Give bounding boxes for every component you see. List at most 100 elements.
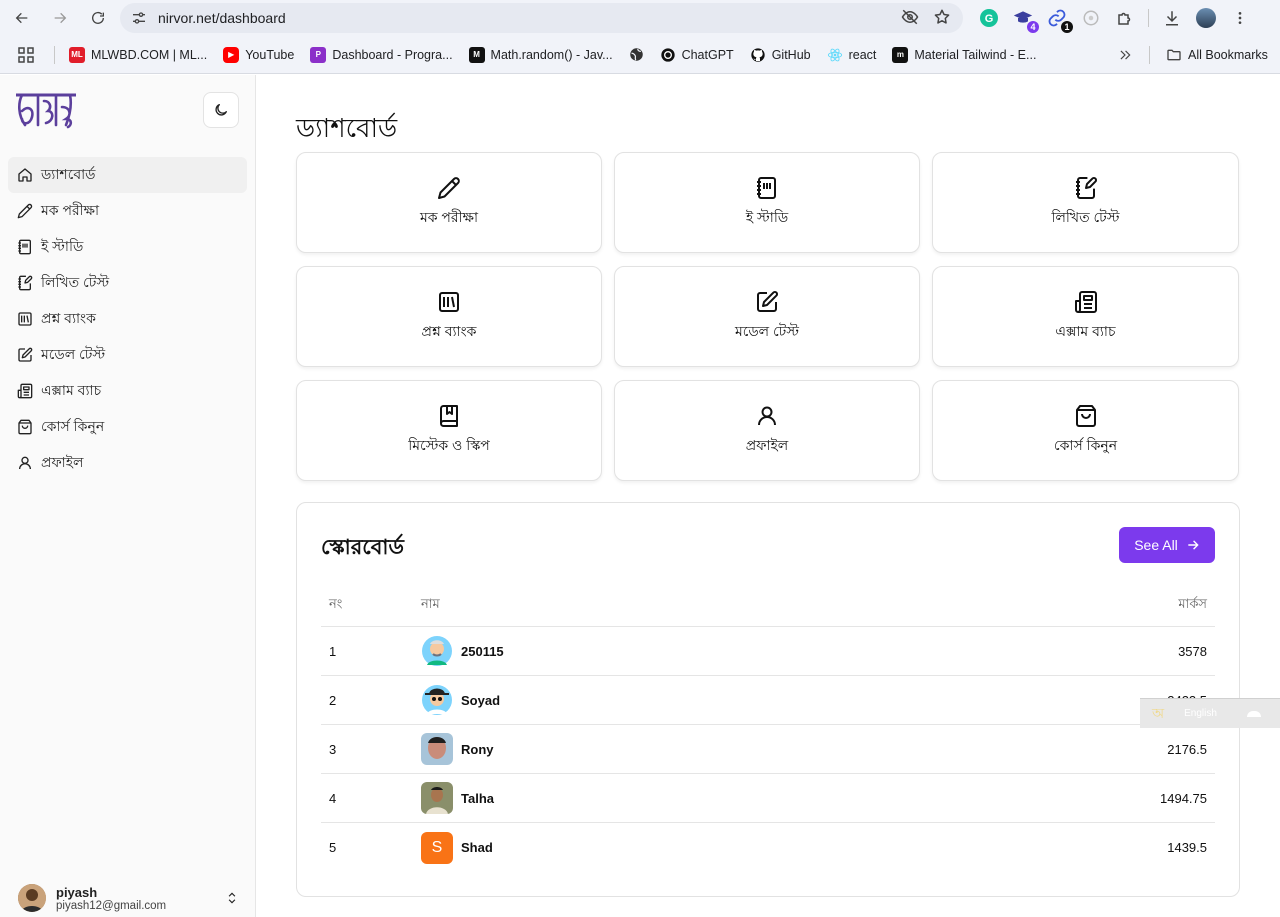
card-question-bank[interactable]: প্রশ্ন ব্যাংক xyxy=(296,266,602,367)
square-pen-icon xyxy=(755,290,779,314)
profile-avatar[interactable] xyxy=(1195,7,1217,29)
sidebar-item-written-test[interactable]: লিখিত টেস্ট xyxy=(8,265,247,301)
card-mock-test[interactable]: মক পরীক্ষা xyxy=(296,152,602,253)
notebook-icon xyxy=(17,239,33,255)
star-icon[interactable] xyxy=(933,8,951,26)
table-row: 5 S Shad 1439.5 xyxy=(321,823,1215,872)
arrow-right-icon xyxy=(54,12,67,24)
card-model-test[interactable]: মডেল টেস্ট xyxy=(614,266,920,367)
cell-marks: 1494.75 xyxy=(1160,790,1207,806)
sidebar-item-profile[interactable]: প্রফাইল xyxy=(8,445,247,481)
cell-marks: 1439.5 xyxy=(1167,840,1207,855)
sidebar-item-label: ড্যাশবোর্ড xyxy=(41,166,96,182)
table-row: 1 250115 3578 xyxy=(321,627,1215,676)
arrow-right-icon xyxy=(1188,540,1199,550)
card-mistake-skip[interactable]: মিস্টেক ও স্কিপ xyxy=(296,380,602,481)
bookmark-react[interactable]: react xyxy=(827,47,876,63)
shopping-bag-icon xyxy=(1074,404,1098,428)
cell-marks: 3578 xyxy=(1178,643,1207,659)
bookmarks-overflow-icon[interactable] xyxy=(1118,48,1132,62)
more-vert-icon[interactable] xyxy=(1229,7,1251,29)
square-pen-icon xyxy=(17,347,33,363)
cell-name: Soyad xyxy=(461,692,501,708)
card-buy-course[interactable]: কোর্স কিনুন xyxy=(932,380,1239,481)
pencil-icon xyxy=(17,203,33,219)
site-info-icon[interactable] xyxy=(130,9,148,27)
grammarly-icon[interactable]: G xyxy=(978,7,1000,29)
card-written-test[interactable]: লিখিত টেস্ট xyxy=(932,152,1239,253)
moon-icon xyxy=(215,104,227,116)
mdn-icon: M xyxy=(468,46,485,63)
library-icon xyxy=(437,290,461,314)
bookmark-mlwbd[interactable]: ML MLWBD.COM | ML... xyxy=(69,46,207,63)
download-icon[interactable] xyxy=(1161,7,1183,29)
library-icon xyxy=(17,311,33,327)
toolbar-divider xyxy=(1148,9,1149,27)
language-switcher[interactable]: অ English xyxy=(1140,698,1280,728)
all-bookmarks-folder[interactable]: All Bookmarks xyxy=(1166,47,1268,63)
card-label: প্রফাইল xyxy=(745,436,789,453)
svg-text:G: G xyxy=(985,13,994,25)
card-exam-batch[interactable]: এক্সাম ব্যাচ xyxy=(932,266,1239,367)
table-row: 4 Talha 1494.75 xyxy=(321,774,1215,823)
sidebar-item-mock-test[interactable]: মক পরীক্ষা xyxy=(8,193,247,229)
url-text[interactable]: nirvor.net/dashboard xyxy=(158,10,286,26)
dashboard-cards: মক পরীক্ষা ই স্টাডি লিখিত টেস্ট প্রশ্ন ব… xyxy=(296,152,1240,481)
newspaper-icon xyxy=(17,383,33,399)
globe-icon xyxy=(629,48,643,61)
notebook-icon xyxy=(755,176,779,200)
bookmarks-divider xyxy=(1149,45,1150,64)
extension-badge: 4 xyxy=(1027,21,1039,33)
card-e-study[interactable]: ই স্টাডি xyxy=(614,152,920,253)
book-marked-icon xyxy=(437,404,461,428)
sidebar-item-dashboard[interactable]: ড্যাশবোর্ড xyxy=(8,157,247,193)
bookmarks-divider xyxy=(54,45,55,64)
cell-rank: 2 xyxy=(329,692,337,708)
user-email: piyash12@gmail.com xyxy=(56,899,167,912)
see-all-button[interactable]: See All xyxy=(1119,527,1215,563)
reload-icon xyxy=(92,11,104,24)
table-row: 2 Soyad 2422.5 xyxy=(321,676,1215,725)
nirvor-logo[interactable] xyxy=(14,91,78,133)
puzzle-icon[interactable] xyxy=(1114,7,1136,29)
back-button[interactable] xyxy=(8,4,36,32)
sidebar-nav: ড্যাশবোর্ড মক পরীক্ষা ই স্টাডি লিখিত টেস… xyxy=(8,157,247,481)
theme-toggle-button[interactable] xyxy=(203,92,239,128)
sidebar-item-e-study[interactable]: ই স্টাডি xyxy=(8,229,247,265)
bookmark-programiz[interactable]: P Dashboard - Progra... xyxy=(310,46,453,63)
bookmark-globe[interactable] xyxy=(629,47,644,62)
bookmark-label: YouTube xyxy=(245,47,295,62)
sidebar-item-exam-batch[interactable]: এক্সাম ব্যাচ xyxy=(8,373,247,409)
user-menu[interactable]: piyash piyash12@gmail.com xyxy=(18,881,243,915)
youtube-icon: ▶ xyxy=(223,46,240,63)
sidebar-item-label: প্রশ্ন ব্যাংক xyxy=(41,310,96,326)
graduation-cap-icon[interactable]: 4 xyxy=(1012,7,1039,33)
disabled-extension-icon[interactable] xyxy=(1080,7,1102,29)
card-profile[interactable]: প্রফাইল xyxy=(614,380,920,481)
language-label: English xyxy=(1184,708,1217,719)
pencil-icon xyxy=(437,176,461,200)
sidebar-item-buy-course[interactable]: কোর্স কিনুন xyxy=(8,409,247,445)
reload-button[interactable] xyxy=(84,4,112,32)
scoreboard-panel: স্কোরবোর্ড See All নং নাম মার্কস 1 25011… xyxy=(296,502,1240,897)
card-label: কোর্স কিনুন xyxy=(1053,436,1118,453)
bookmark-youtube[interactable]: ▶ YouTube xyxy=(223,46,295,63)
react-icon xyxy=(827,48,842,61)
bookmark-mdn[interactable]: M Math.random() - Jav... xyxy=(468,46,613,63)
bookmark-chatgpt[interactable]: ChatGPT xyxy=(660,47,734,63)
cell-name: Rony xyxy=(461,741,494,757)
sidebar-item-label: এক্সাম ব্যাচ xyxy=(41,382,102,398)
bookmark-github[interactable]: GitHub xyxy=(750,47,811,63)
address-bar[interactable]: nirvor.net/dashboard xyxy=(120,3,963,33)
bookmark-material-tailwind[interactable]: m Material Tailwind - E... xyxy=(892,46,1036,63)
sidebar-item-model-test[interactable]: মডেল টেস্ট xyxy=(8,337,247,373)
bangla-letter-icon: অ xyxy=(1152,704,1165,721)
forward-button[interactable] xyxy=(46,4,74,32)
apps-grid-icon[interactable] xyxy=(18,46,34,63)
header-rank: নং xyxy=(329,596,343,611)
main-content: ড্যাশবোর্ড মক পরীক্ষা ই স্টাডি লিখিত টেস… xyxy=(256,75,1280,917)
sidebar-item-label: মডেল টেস্ট xyxy=(41,346,106,362)
eye-off-icon[interactable] xyxy=(901,8,919,26)
sidebar-item-question-bank[interactable]: প্রশ্ন ব্যাংক xyxy=(8,301,247,337)
link-extension-icon[interactable]: 1 xyxy=(1046,7,1073,33)
